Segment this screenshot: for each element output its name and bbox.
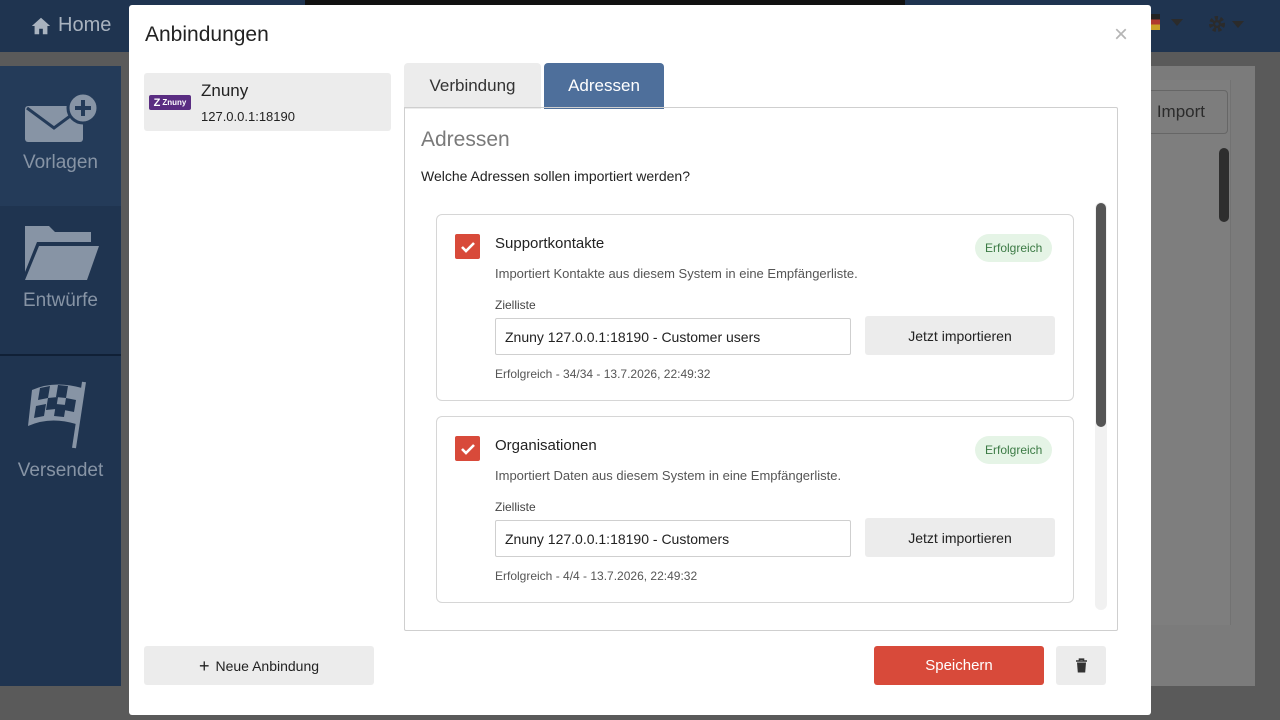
close-icon[interactable]: × xyxy=(1114,23,1128,47)
plus-icon: + xyxy=(198,655,210,676)
card-checkbox[interactable] xyxy=(455,436,480,461)
import-status-text: Erfolgreich - 34/34 - 13.7.2026, 22:49:3… xyxy=(495,367,711,381)
sidebar: Vorlagen Entwürfe Versendet xyxy=(0,66,121,686)
import-card-supportkontakte: Supportkontakte Erfolgreich Importiert K… xyxy=(436,214,1074,401)
connection-name: Znuny xyxy=(201,81,249,100)
sidebar-item-label: Vorlagen xyxy=(22,152,98,173)
panel-heading: Adressen xyxy=(421,128,510,151)
caret-down-icon xyxy=(1171,19,1183,26)
flag-icon xyxy=(1150,14,1160,30)
settings-menu[interactable] xyxy=(1207,14,1245,34)
language-selector[interactable] xyxy=(1150,14,1184,30)
delete-button[interactable] xyxy=(1056,646,1106,685)
scrollbar-thumb[interactable] xyxy=(1096,203,1106,427)
mail-plus-icon xyxy=(24,92,99,142)
sidebar-item-entwuerfe[interactable]: Entwürfe xyxy=(0,220,121,312)
import-now-button[interactable]: Jetzt importieren xyxy=(865,518,1055,557)
sidebar-item-vorlagen[interactable]: Vorlagen xyxy=(0,66,121,206)
checkmark-icon xyxy=(460,443,475,455)
card-checkbox[interactable] xyxy=(455,234,480,259)
sidebar-item-label: Versendet xyxy=(17,460,104,481)
sidebar-item-versendet[interactable]: Versendet xyxy=(0,380,121,482)
card-title: Organisationen xyxy=(495,437,597,454)
home-link[interactable]: Home xyxy=(30,14,111,37)
target-list-label: Zielliste xyxy=(495,500,536,514)
checkered-flag-icon xyxy=(27,381,86,449)
new-connection-button[interactable]: + Neue Anbindung xyxy=(144,646,374,685)
tab-panel-adressen: Adressen Welche Adressen sollen importie… xyxy=(404,107,1118,631)
znuny-logo: Z Znuny xyxy=(149,95,191,110)
card-title: Supportkontakte xyxy=(495,235,605,252)
home-label: Home xyxy=(58,14,112,36)
card-description: Importiert Daten aus diesem System in ei… xyxy=(495,468,842,483)
connections-modal: Anbindungen × Z Znuny Znuny 127.0.0.1:181… xyxy=(129,5,1151,715)
gear-icon xyxy=(1209,16,1225,32)
import-card-organisationen: Organisationen Erfolgreich Importiert Da… xyxy=(436,416,1074,603)
tab-verbindung[interactable]: Verbindung xyxy=(404,63,541,109)
import-now-button[interactable]: Jetzt importieren xyxy=(865,316,1055,355)
connection-host: 127.0.0.1:18190 xyxy=(201,109,295,124)
modal-title: Anbindungen xyxy=(145,23,269,46)
connection-list-item[interactable]: Z Znuny Znuny 127.0.0.1:18190 xyxy=(144,73,391,131)
sidebar-divider xyxy=(0,354,121,356)
card-description: Importiert Kontakte aus diesem System in… xyxy=(495,266,858,281)
trash-icon xyxy=(1075,658,1087,673)
target-list-label: Zielliste xyxy=(495,298,536,312)
cards-scroll-area: Supportkontakte Erfolgreich Importiert K… xyxy=(405,200,1117,610)
sidebar-item-label: Entwürfe xyxy=(23,290,98,311)
target-list-field[interactable] xyxy=(495,520,851,557)
target-list-field[interactable] xyxy=(495,318,851,355)
background-scrollbar[interactable] xyxy=(1219,148,1229,222)
status-badge: Erfolgreich xyxy=(975,436,1053,464)
save-button[interactable]: Speichern xyxy=(874,646,1044,685)
folder-icon xyxy=(24,226,99,280)
caret-down-icon xyxy=(1232,21,1244,28)
status-badge: Erfolgreich xyxy=(975,234,1053,262)
panel-question: Welche Adressen sollen importiert werden… xyxy=(421,168,690,184)
tab-adressen[interactable]: Adressen xyxy=(544,63,664,109)
import-status-text: Erfolgreich - 4/4 - 13.7.2026, 22:49:32 xyxy=(495,569,698,583)
new-connection-label: Neue Anbindung xyxy=(215,657,320,674)
home-icon xyxy=(31,17,51,34)
checkmark-icon xyxy=(460,241,475,253)
import-button[interactable]: Import xyxy=(1140,90,1228,134)
